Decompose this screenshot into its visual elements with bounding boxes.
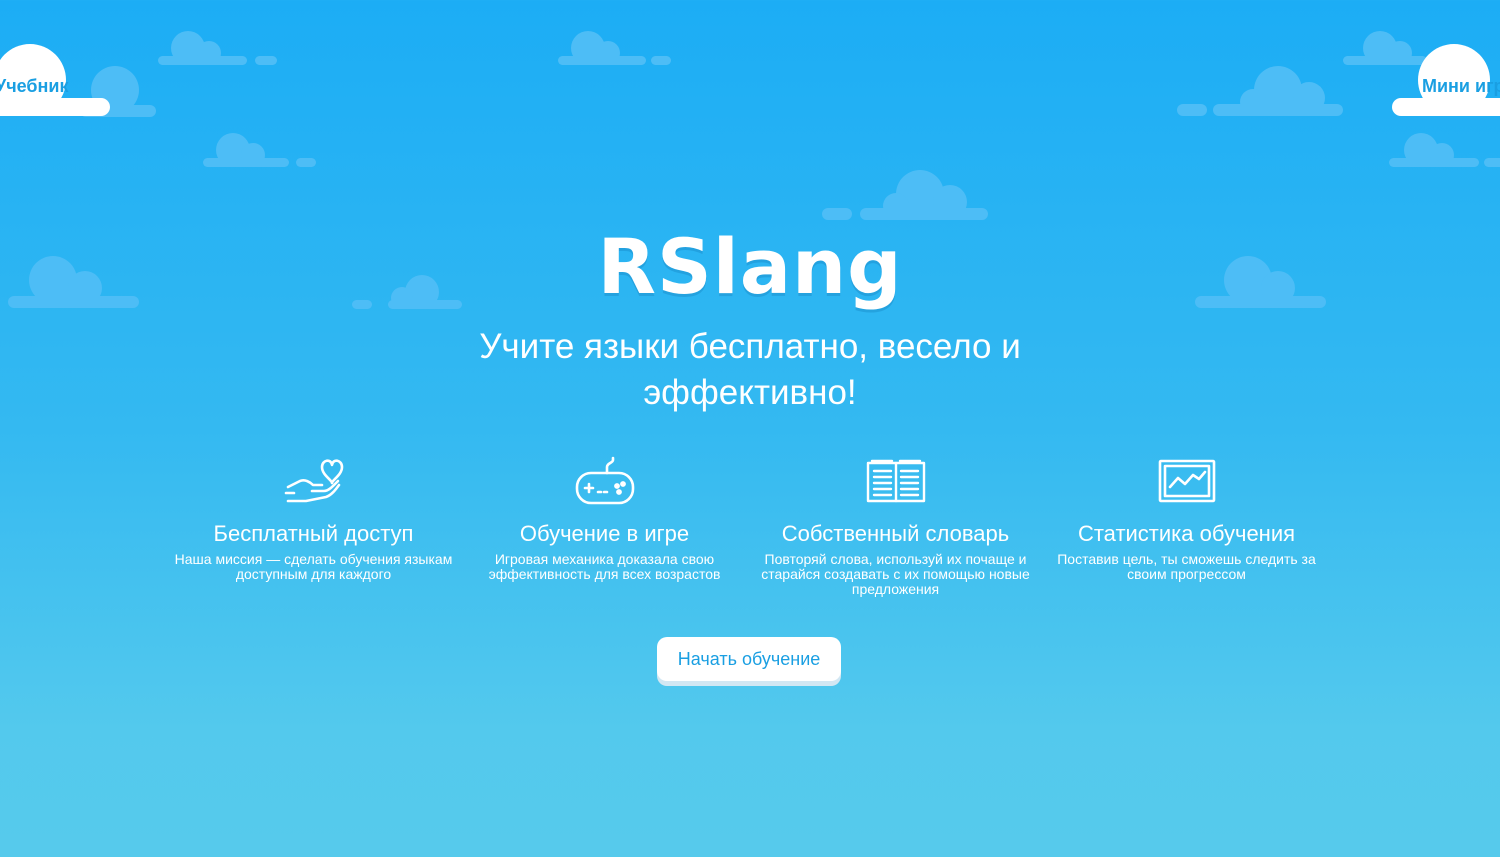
feature-title: Статистика обучения: [1077, 521, 1296, 546]
feature-title: Собственный словарь: [781, 521, 1010, 546]
chart-icon: [1158, 459, 1215, 503]
feature-title: Бесплатный доступ: [213, 521, 414, 546]
open-book-icon: [866, 459, 925, 503]
nav-minigames-cloud[interactable]: Мини игры: [1392, 42, 1500, 122]
feature-own-dictionary: Собственный словарь Повторяй слова, испо…: [750, 455, 1041, 597]
nav-textbook-link[interactable]: Учебник: [0, 76, 69, 97]
start-learning-button[interactable]: Начать обучение: [657, 637, 841, 681]
feature-title: Обучение в игре: [519, 521, 690, 546]
feature-free-access: Бесплатный доступ Наша миссия — сделать …: [168, 455, 459, 597]
feature-description: Поставив цель, ты сможешь следить за сво…: [1057, 551, 1316, 582]
feature-statistics: Статистика обучения Поставив цель, ты см…: [1041, 455, 1332, 597]
app-logo: RSlang: [597, 222, 903, 311]
background-cloud: [822, 170, 988, 220]
nav-minigames-link[interactable]: Мини игры: [1422, 76, 1500, 97]
nav-textbook-cloud[interactable]: Учебник: [0, 42, 110, 122]
features-list: Бесплатный доступ Наша миссия — сделать …: [168, 455, 1332, 597]
feature-game-learning: Обучение в игре Игровая механика доказал…: [459, 455, 750, 597]
gamepad-icon: [575, 456, 634, 505]
background-cloud: [1177, 66, 1343, 116]
hero-tagline: Учите языки бесплатно, весело и эффектив…: [479, 327, 1021, 412]
background-cloud: [1389, 133, 1500, 167]
feature-description: Игровая механика доказала свою эффективн…: [488, 551, 721, 582]
background-cloud: [203, 133, 316, 167]
background-cloud: [158, 31, 277, 65]
heart-hand-icon: [284, 459, 343, 503]
background-cloud: [558, 31, 671, 65]
feature-description: Повторяй слова, используй их почаще и ст…: [761, 551, 1030, 597]
feature-description: Наша миссия — сделать обучения языкам до…: [174, 551, 453, 582]
